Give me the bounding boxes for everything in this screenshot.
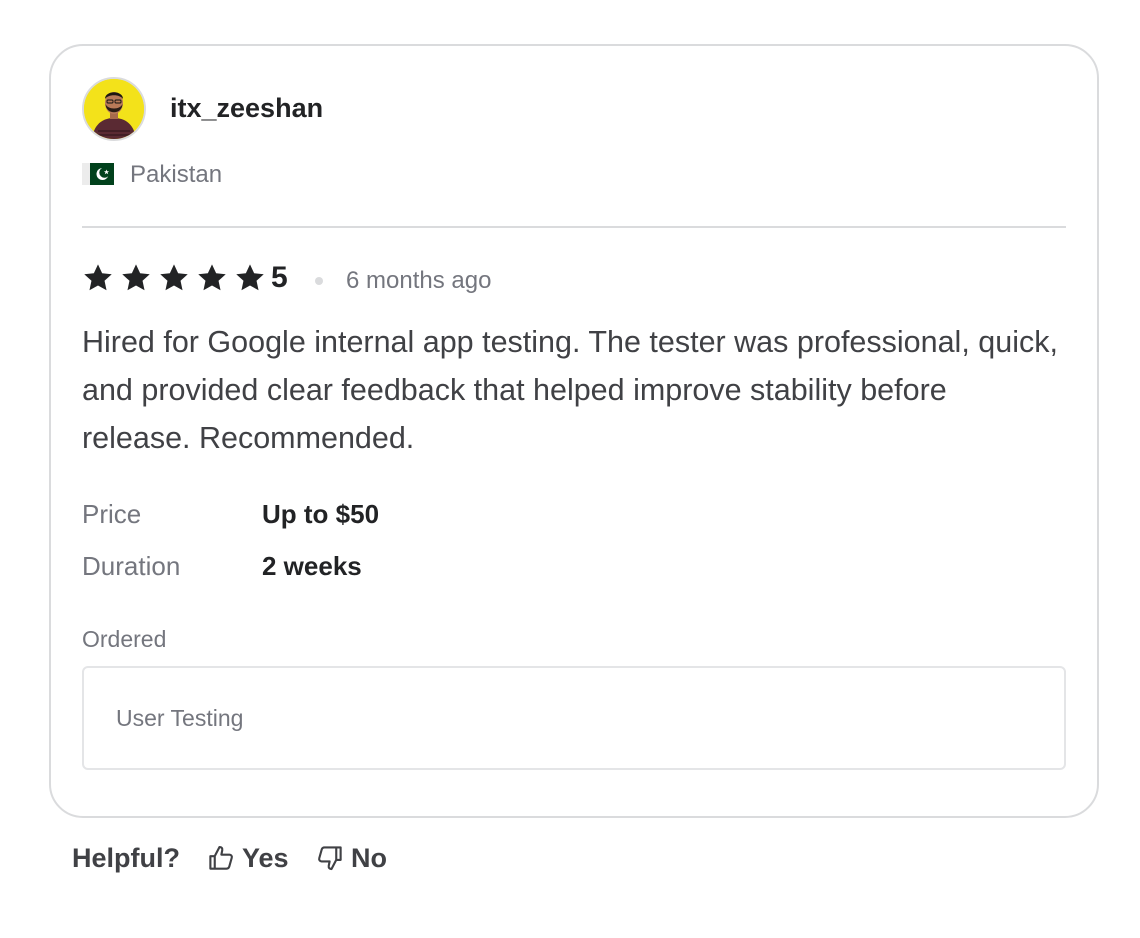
star-rating — [82, 262, 266, 294]
helpful-yes-button[interactable]: Yes — [206, 841, 289, 875]
star-icon — [122, 264, 150, 291]
helpful-label: Helpful? — [72, 843, 180, 873]
user-avatar-image — [84, 79, 144, 139]
separator-dot — [315, 277, 323, 285]
review-time-ago: 6 months ago — [346, 267, 492, 294]
price-value: Up to $50 — [262, 499, 380, 529]
duration-value: 2 weeks — [262, 551, 362, 581]
avatar[interactable] — [82, 77, 146, 141]
thumbs-up-icon — [209, 845, 233, 870]
reviewer-username[interactable]: itx_zeeshan — [170, 91, 323, 125]
star-icon — [84, 264, 112, 291]
ordered-label: Ordered — [82, 626, 167, 652]
helpful-no-button[interactable]: No — [315, 841, 387, 875]
reviewer-country: Pakistan — [130, 161, 223, 188]
ordered-item-name[interactable]: User Testing — [116, 703, 243, 733]
star-icon — [160, 264, 188, 291]
divider — [82, 226, 1066, 228]
star-icon — [198, 264, 226, 291]
helpful-no-label: No — [351, 843, 387, 873]
pakistan-flag-icon — [82, 163, 114, 185]
price-label: Price — [82, 499, 142, 529]
helpful-yes-label: Yes — [242, 843, 289, 873]
thumbs-down-icon — [318, 846, 342, 871]
duration-label: Duration — [82, 551, 181, 581]
review-text: Hired for Google internal app testing. T… — [82, 325, 1058, 455]
rating-value: 5 — [271, 261, 288, 294]
star-icon — [236, 264, 264, 291]
